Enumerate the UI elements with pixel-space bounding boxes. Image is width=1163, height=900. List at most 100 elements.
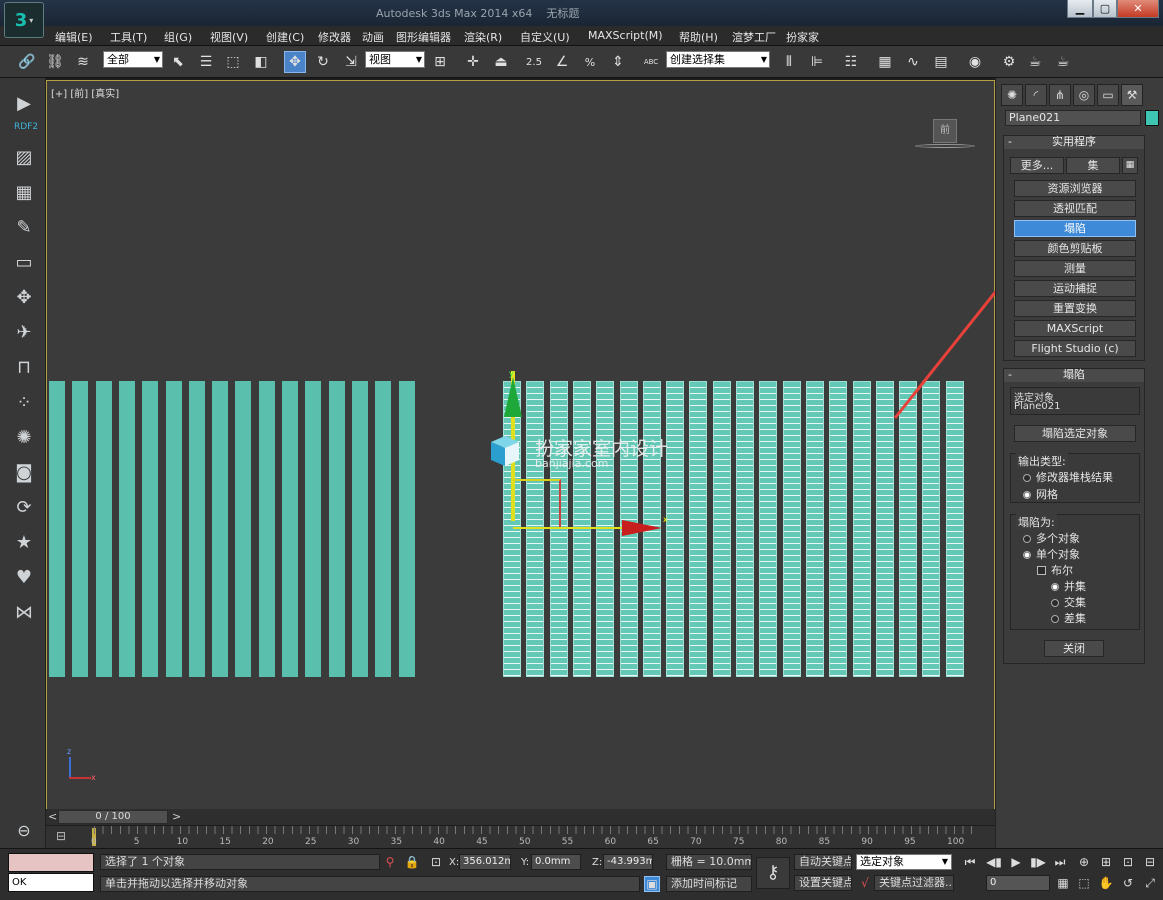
back-icon[interactable]: ⊖ (13, 819, 35, 841)
menu-graph-editors[interactable]: 图形编辑器 (396, 29, 451, 45)
gizmo-y-arrow[interactable] (504, 377, 522, 417)
viewcube-icon[interactable]: 前 (915, 119, 975, 151)
set-key-icon[interactable]: ⚷ (756, 857, 790, 889)
tab-utilities-icon[interactable]: ⚒ (1121, 84, 1143, 106)
collapse-single-radio[interactable]: 单个对象 (1023, 546, 1080, 562)
orbit-icon[interactable]: ↺ (1120, 875, 1136, 891)
refresh-icon[interactable]: ⟳ (13, 496, 35, 518)
zoom-extents-all-icon[interactable]: ⊟ (1142, 854, 1158, 870)
maxscript-listener-white[interactable]: OK (8, 873, 94, 892)
menu-banjiajia[interactable]: 扮家家 (786, 29, 819, 45)
select-by-name-icon[interactable]: ☰ (195, 51, 217, 73)
select-object-icon[interactable]: ⬉ (167, 51, 189, 73)
selection-lock-icon[interactable]: 🔒 (404, 854, 420, 870)
keyboard-shortcut-icon[interactable]: ⏏ (490, 51, 512, 73)
share-icon[interactable]: ⋈ (13, 601, 35, 623)
pivot-center-icon[interactable]: ⊞ (429, 51, 451, 73)
boolean-subtraction-radio[interactable]: 差集 (1051, 610, 1086, 626)
menu-views[interactable]: 视图(V) (210, 29, 248, 45)
select-move-icon[interactable]: ✥ (284, 51, 306, 73)
play-icon[interactable]: ▶ (1008, 854, 1024, 870)
close-button[interactable]: ✕ (1117, 0, 1159, 18)
configure-sets-icon[interactable]: ▦ (1122, 157, 1138, 174)
maxscript-listener-pink[interactable] (8, 853, 94, 872)
selection-filter-dropdown[interactable]: 全部 ▼ (103, 51, 163, 68)
star-icon[interactable]: ★ (13, 531, 35, 553)
collapse-selected-button[interactable]: 塌陷选定对象 (1014, 425, 1136, 442)
tab-display-icon[interactable]: ▭ (1097, 84, 1119, 106)
curve-editor-mini-icon[interactable]: ⊟ (56, 829, 66, 843)
prev-frame-icon[interactable]: < (48, 810, 57, 823)
edit-icon[interactable]: ✎ (13, 216, 35, 238)
material-editor-icon[interactable]: ◉ (964, 51, 986, 73)
monitor-icon[interactable]: ▭ (13, 251, 35, 273)
time-config-icon[interactable]: ▦ (1055, 875, 1071, 891)
sets-button[interactable]: 集 (1066, 157, 1120, 174)
menu-customize[interactable]: 自定义(U) (520, 29, 570, 45)
more-button[interactable]: 更多... (1010, 157, 1064, 174)
current-frame-field[interactable]: 0 (986, 875, 1050, 891)
layer-manager-icon[interactable]: ☷ (840, 51, 862, 73)
rect-selection-icon[interactable]: ⬚ (222, 51, 244, 73)
select-rotate-icon[interactable]: ↻ (312, 51, 334, 73)
y-coord-field[interactable]: 0.0mm (531, 854, 581, 870)
key-selection-dropdown[interactable]: 选定对象 ▼ (856, 854, 952, 870)
utility-button[interactable]: 运动捕捉 (1014, 280, 1136, 297)
graphite-toolbar-icon[interactable]: ▦ (874, 51, 896, 73)
set-key-button[interactable]: 设置关键点 (794, 875, 852, 891)
move-icon[interactable]: ✥ (13, 286, 35, 308)
render-production-icon[interactable]: ☕ (1052, 51, 1074, 73)
utility-button[interactable]: 重置变换 (1014, 300, 1136, 317)
zoom-all-icon[interactable]: ⊞ (1098, 854, 1114, 870)
key-filters-button[interactable]: 关键点过滤器... (874, 875, 954, 891)
front-viewport[interactable]: [+] [前] [真实] 前 y x 扮家家室内设计 banjiajia.com… (46, 80, 995, 810)
object-color-swatch[interactable] (1145, 110, 1159, 126)
app-logo-icon[interactable]: 3 ▾ (4, 2, 44, 38)
menu-maxscript[interactable]: MAXScript(M) (588, 29, 663, 42)
utility-button[interactable]: MAXScript (1014, 320, 1136, 337)
menu-tools[interactable]: 工具(T) (110, 29, 147, 45)
time-tag-icon[interactable]: ▣ (644, 876, 660, 892)
z-coord-field[interactable]: -43.993mm (603, 854, 653, 870)
gizmo-plane-handle[interactable] (513, 479, 561, 527)
output-modifier-stack-radio[interactable]: 修改器堆栈结果 (1023, 469, 1113, 485)
mirror-icon[interactable]: ⫴ (778, 51, 800, 73)
next-frame-button-icon[interactable]: ▮▶ (1030, 854, 1046, 870)
add-time-tag[interactable]: 添加时间标记 (666, 876, 752, 892)
menu-modifiers[interactable]: 修改器 (318, 29, 351, 45)
boolean-union-radio[interactable]: 并集 (1051, 578, 1086, 594)
object-name-field[interactable]: Plane021 (1005, 110, 1141, 126)
tab-modify-icon[interactable]: ◜ (1025, 84, 1047, 106)
percent-snap-icon[interactable]: % (579, 51, 601, 73)
menu-renderdream[interactable]: 渲梦工厂 (732, 29, 776, 45)
gizmo-x-arrow[interactable] (622, 520, 662, 536)
close-utility-button[interactable]: 关闭 (1044, 640, 1104, 657)
collapse-multiple-radio[interactable]: 多个对象 (1023, 530, 1080, 546)
snap-toggle-icon[interactable]: 2.5 (523, 51, 545, 73)
utility-button[interactable]: 资源浏览器 (1014, 180, 1136, 197)
utility-button[interactable]: 测量 (1014, 260, 1136, 277)
menu-edit[interactable]: 编辑(E) (55, 29, 93, 45)
curve-editor-icon[interactable]: ∿ (902, 51, 924, 73)
goto-start-icon[interactable]: ⏮ (962, 854, 978, 870)
minimize-button[interactable]: ▁ (1067, 0, 1093, 18)
unlink-icon[interactable]: ⛓ (44, 51, 66, 73)
utility-button[interactable]: 塌陷 (1014, 220, 1136, 237)
render-setup-icon[interactable]: ⚙ (998, 51, 1020, 73)
zoom-icon[interactable]: ⊕ (1076, 854, 1092, 870)
menu-animation[interactable]: 动画 (362, 29, 384, 45)
track-bar[interactable]: ⊟ 0 5 10 15 20 25 30 35 40 45 50 55 60 65 70 75 80 85 90 95… (46, 826, 995, 848)
angle-snap-icon[interactable]: ∠ (551, 51, 573, 73)
window-crossing-icon[interactable]: ◧ (250, 51, 272, 73)
ref-coord-dropdown[interactable]: 视图 ▼ (365, 51, 425, 68)
spinner-snap-icon[interactable]: ⇕ (607, 51, 629, 73)
edit-named-sel-icon[interactable]: ABC (640, 51, 662, 73)
time-slider[interactable]: 0 / 100 (58, 810, 168, 824)
image-icon[interactable]: ▨ (13, 146, 35, 168)
utility-button[interactable]: Flight Studio (c) (1014, 340, 1136, 357)
prev-frame-button-icon[interactable]: ◀▮ (986, 854, 1002, 870)
align-icon[interactable]: ⊫ (806, 51, 828, 73)
heart-icon[interactable]: ♥ (13, 566, 35, 588)
key-mode-icon[interactable]: √ (857, 875, 873, 891)
camera-icon[interactable]: ◙ (13, 461, 35, 483)
